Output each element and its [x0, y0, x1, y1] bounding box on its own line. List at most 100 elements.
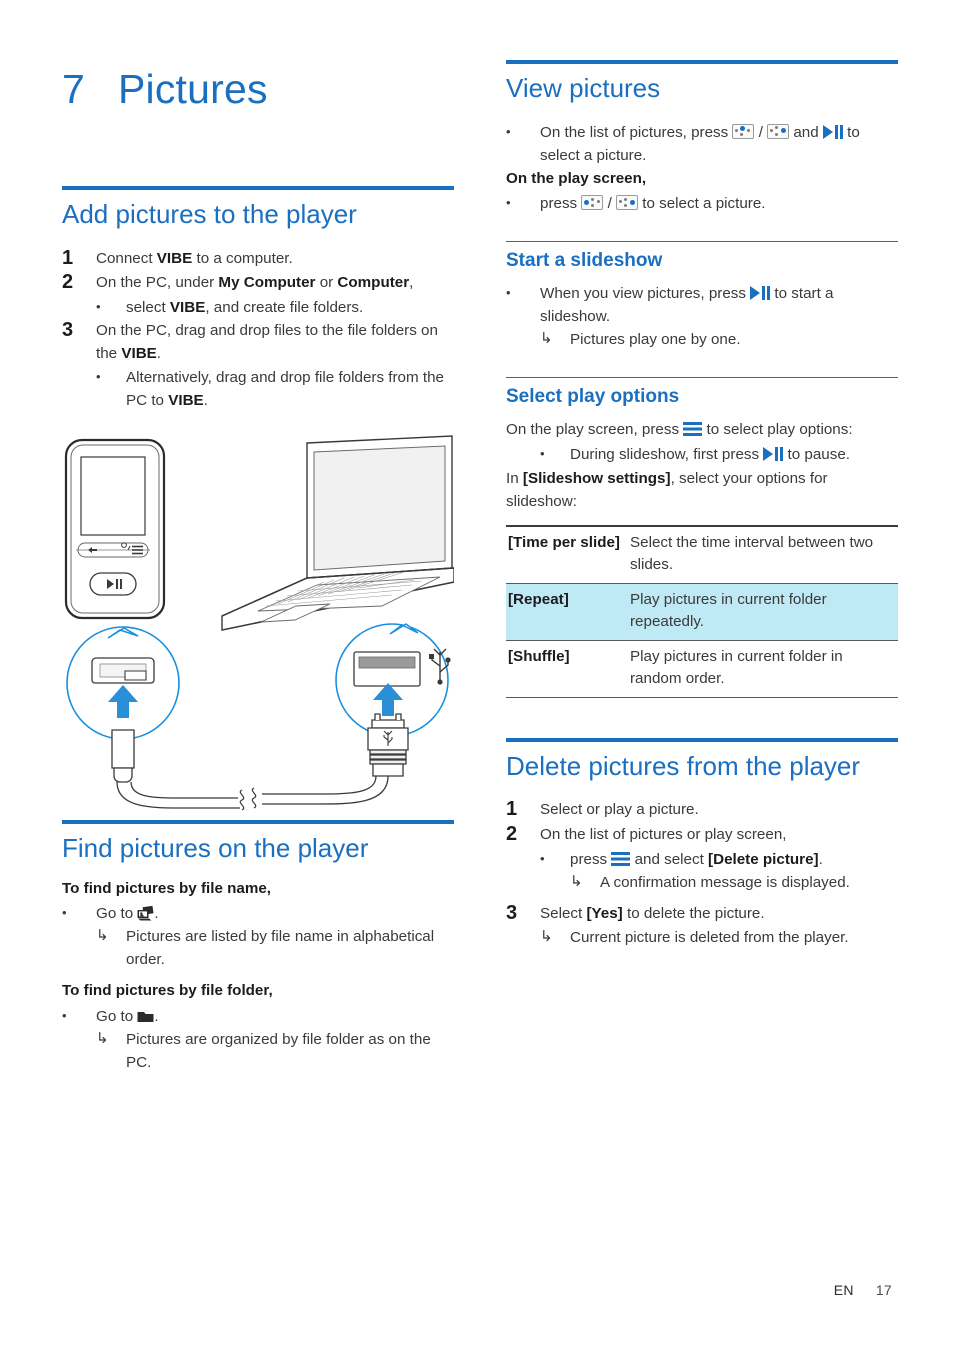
result-file-folder-order: ↳ Pictures are organized by file folder …: [96, 1028, 454, 1074]
usb-connection-illustration: [64, 435, 455, 811]
bullet-text-part: .: [154, 1007, 159, 1025]
step-text-bold: Computer: [337, 274, 410, 292]
option-value: Play pictures in current folder in rando…: [628, 639, 898, 698]
step-number: 3: [506, 901, 518, 924]
step-number: 1: [62, 246, 74, 269]
bullet-text: Go to .: [96, 902, 454, 925]
section-rule-view: [506, 60, 898, 64]
bullet-text-part: During slideshow, first press: [570, 446, 764, 464]
option-key: [Time per slide]: [506, 524, 628, 584]
option-value: Play pictures in current folder repeated…: [628, 582, 898, 641]
subheading-by-file-folder: To find pictures by file folder,: [62, 979, 454, 1002]
result-arrow-icon: ↳: [540, 928, 553, 946]
step-text-bold: [Yes]: [586, 904, 623, 922]
step-number: 3: [62, 319, 74, 341]
step-text-part: or: [315, 274, 338, 292]
chapter-name: Pictures: [118, 66, 268, 112]
step-2-add: 2 On the PC, under My Computer or Comput…: [62, 271, 454, 295]
play-pause-icon: [750, 286, 771, 301]
bullet-marker: •: [506, 123, 511, 139]
laptop-computer: [221, 435, 455, 632]
insert-arrow-right: [373, 683, 403, 717]
play-pause-icon: [822, 124, 843, 139]
table-row: [Repeat] Play pictures in current folder…: [506, 582, 898, 641]
bullet-marker: •: [506, 195, 511, 210]
option-key: [Shuffle]: [506, 639, 628, 698]
bullet-text-part: When you view pictures, press: [540, 285, 751, 303]
step-text: On the PC, under My Computer or Computer…: [96, 271, 454, 295]
result-text: Pictures play one by one.: [570, 331, 741, 349]
bullet-text-part: .: [818, 850, 823, 868]
heading-delete-pictures: Delete pictures from the player: [506, 750, 861, 781]
bullet-pause-first: • During slideshow, first press to pause…: [540, 443, 898, 466]
step-text: Connect VIBE to a computer.: [96, 247, 454, 271]
bullet-text: During slideshow, first press to pause.: [570, 443, 898, 466]
bullet-marker: •: [62, 1007, 67, 1023]
section-rule-slideshow: [506, 241, 898, 243]
subheading-text: To find pictures by file name,: [62, 880, 271, 898]
result-arrow-icon: ↳: [570, 872, 583, 890]
step-3-delete: 3 Select [Yes] to delete the picture.: [506, 902, 898, 926]
player-usb-port: [91, 657, 155, 685]
bullet-text: When you view pictures, press to start a…: [540, 282, 898, 328]
bullet-text-part: to pause.: [783, 446, 851, 464]
step-text-bold: VIBE: [156, 249, 193, 267]
bullet-text-part: /: [603, 195, 617, 212]
bullet-text-part: Go to: [96, 905, 138, 923]
step-text-part: .: [156, 345, 162, 363]
bullet-text-part: and select: [630, 850, 709, 868]
bullet-text: Alternatively, drag and drop file folder…: [126, 366, 454, 412]
result-picture-deleted: ↳ Current picture is deleted from the pl…: [540, 926, 898, 949]
playoptions-lead: On the play screen, press to select play…: [506, 418, 898, 441]
nav-next-icon: [767, 123, 790, 139]
left-column: 7 Pictures Add pictures to the player 1 …: [62, 60, 455, 1074]
bullet-text-part: , and create file folders.: [205, 298, 364, 316]
right-column: View pictures • On the list of pictures,…: [506, 60, 898, 950]
step-text-part: ,: [409, 274, 414, 292]
step-number: 2: [506, 823, 518, 846]
bullet-start-slideshow: • When you view pictures, press to start…: [506, 282, 898, 328]
step-number: 2: [62, 271, 74, 294]
usb-a-plug: [367, 713, 409, 778]
section-rule-find: [62, 820, 454, 825]
bullet-text: On the list of pictures, press / and to …: [540, 121, 898, 167]
bullet-select-picture-list: • On the list of pictures, press / and t…: [506, 121, 898, 167]
manual-page: 7 Pictures Add pictures to the player 1 …: [0, 0, 954, 1350]
slideshow-settings-table: [Time per slide] Select the time interva…: [506, 524, 898, 698]
folder-icon: [137, 1011, 154, 1022]
bullet-marker: •: [62, 905, 67, 921]
section-rule-add: [62, 186, 454, 190]
chapter-title: 7 Pictures: [62, 66, 454, 186]
heading-select-play-options: Select play options: [506, 386, 680, 408]
step-number: 1: [506, 798, 518, 821]
table-row: [Shuffle] Play pictures in current folde…: [506, 639, 898, 698]
bullet-text-part: select: [126, 298, 170, 316]
bullet-text-bold: [Delete picture]: [708, 850, 819, 868]
bullet-text-part: and: [789, 123, 823, 141]
lead-text-bold: [Slideshow settings]: [522, 469, 671, 487]
result-text: Pictures are listed by file name in alph…: [126, 928, 435, 969]
subheading-text: To find pictures by file folder,: [62, 982, 273, 1000]
bullet-text: Go to .: [96, 1005, 454, 1028]
play-pause-icon: [763, 447, 784, 462]
result-arrow-icon: ↳: [96, 1029, 109, 1047]
result-arrow-icon: ↳: [96, 927, 109, 945]
step-1-add: 1 Connect VIBE to a computer.: [62, 247, 454, 271]
result-pictures-play: ↳ Pictures play one by one.: [540, 328, 898, 351]
result-file-name-order: ↳ Pictures are listed by file name in al…: [96, 925, 454, 971]
result-text: A confirmation message is displayed.: [600, 873, 850, 891]
nav-prev-icon: [732, 123, 755, 139]
option-value: Select the time interval between two sli…: [628, 524, 898, 584]
step-3-add: 3 On the PC, drag and drop files to the …: [62, 319, 454, 365]
step-text: On the list of pictures or play screen,: [540, 826, 787, 844]
bullet-delete-picture: • press and select [Delete picture].: [540, 848, 898, 871]
mini-usb-plug: [111, 729, 135, 784]
subheading-text: On the play screen,: [506, 169, 647, 187]
heading-find-pictures: Find pictures on the player: [62, 833, 369, 864]
bullet-text-part: .: [203, 392, 208, 410]
result-text: Pictures are organized by file folder as…: [126, 1030, 431, 1071]
step-text-bold: My Computer: [218, 274, 316, 292]
usb-cable: [116, 776, 389, 811]
bullet-select-picture-play: • press / to select a picture.: [506, 192, 898, 215]
step-text: Select or play a picture.: [540, 801, 699, 819]
